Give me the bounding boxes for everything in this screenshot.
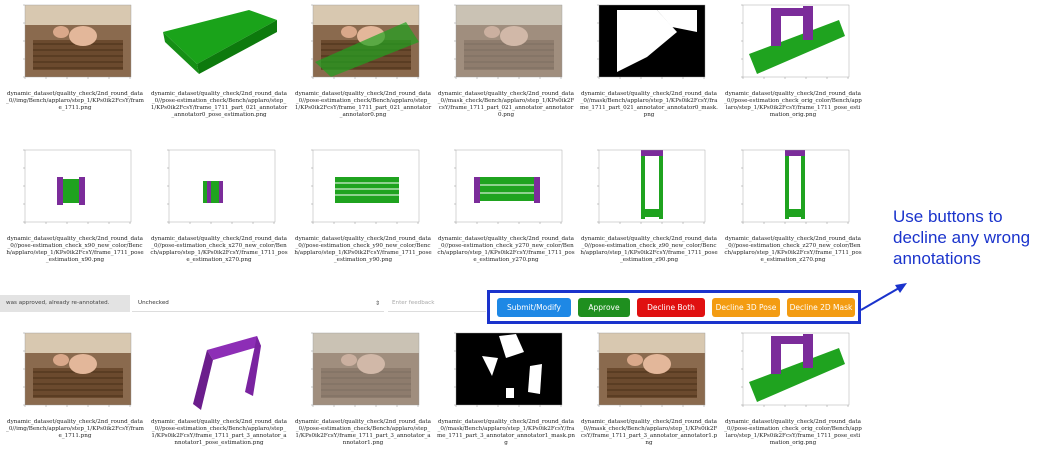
button-group-highlight: Submit/Modify Approve Decline Both Decli… — [487, 290, 861, 324]
image-thumbnail — [301, 2, 425, 88]
image-caption: dynamic_dataset/quality_check/2nd_round_… — [6, 419, 144, 440]
decline-2d-mask-button[interactable]: Decline 2D Mask — [787, 298, 855, 317]
image-caption: dynamic_dataset/quality_check/2nd_round_… — [295, 419, 431, 447]
select-arrow-icon: ⇕ — [374, 300, 380, 307]
image-thumbnail — [444, 2, 568, 88]
image-caption: dynamic_dataset/quality_check/2nd_round_… — [724, 419, 862, 447]
image-card: dynamic_dataset/quality_check/2nd_round_… — [6, 147, 144, 264]
decline-3d-pose-button[interactable]: Decline 3D Pose — [712, 298, 780, 317]
image-thumbnail — [731, 330, 855, 416]
image-thumbnail — [444, 147, 568, 233]
annotation-controls: was approved, already re-annotated. Unch… — [0, 293, 486, 317]
status-select-value: Unchecked — [138, 300, 169, 306]
image-caption: dynamic_dataset/quality_check/2nd_round_… — [6, 236, 144, 264]
image-card: dynamic_dataset/quality_check/2nd_round_… — [580, 147, 718, 264]
image-thumbnail — [444, 330, 568, 416]
image-card: dynamic_dataset/quality_check/2nd_round_… — [150, 330, 288, 447]
image-caption: dynamic_dataset/quality_check/2nd_round_… — [580, 419, 718, 447]
image-thumbnail — [587, 147, 711, 233]
instruction-note: Use buttons to decline any wrong annotat… — [893, 207, 1031, 268]
image-thumbnail — [587, 330, 711, 416]
image-card: dynamic_dataset/quality_check/2nd_round_… — [6, 2, 144, 112]
submit-modify-button[interactable]: Submit/Modify — [497, 298, 571, 317]
image-card: dynamic_dataset/quality_check/2nd_round_… — [6, 330, 144, 440]
image-thumbnail — [301, 147, 425, 233]
image-thumbnail — [13, 147, 137, 233]
image-thumbnail — [157, 330, 281, 416]
image-caption: dynamic_dataset/quality_check/2nd_round_… — [150, 236, 288, 264]
image-caption: dynamic_dataset/quality_check/2nd_round_… — [437, 91, 575, 119]
image-caption: dynamic_dataset/quality_check/2nd_round_… — [437, 419, 576, 447]
image-thumbnail — [13, 2, 137, 88]
image-thumbnail — [157, 2, 281, 88]
image-card: dynamic_dataset/quality_check/2nd_round_… — [294, 330, 432, 447]
image-thumbnail — [13, 330, 137, 416]
image-thumbnail — [731, 147, 855, 233]
image-caption: dynamic_dataset/quality_check/2nd_round_… — [724, 91, 862, 119]
image-card: dynamic_dataset/quality_check/2nd_round_… — [724, 330, 862, 447]
image-thumbnail — [157, 147, 281, 233]
image-caption: dynamic_dataset/quality_check/2nd_round_… — [437, 236, 575, 264]
image-card: dynamic_dataset/quality_check/2nd_round_… — [437, 147, 575, 264]
image-card: dynamic_dataset/quality_check/2nd_round_… — [294, 147, 432, 264]
image-card: dynamic_dataset/quality_check/2nd_round_… — [724, 2, 862, 119]
image-card: dynamic_dataset/quality_check/2nd_round_… — [580, 330, 718, 447]
image-caption: dynamic_dataset/quality_check/2nd_round_… — [580, 236, 718, 264]
image-thumbnail — [587, 2, 711, 88]
feedback-input[interactable]: Enter feedback — [388, 295, 486, 312]
image-caption: dynamic_dataset/quality_check/2nd_round_… — [151, 419, 287, 447]
image-caption: dynamic_dataset/quality_check/2nd_round_… — [294, 236, 432, 264]
pointer-arrow-icon — [860, 283, 907, 311]
image-caption: dynamic_dataset/quality_check/2nd_round_… — [724, 236, 862, 264]
approve-button[interactable]: Approve — [578, 298, 630, 317]
image-card: dynamic_dataset/quality_check/2nd_round_… — [724, 147, 862, 264]
image-caption: dynamic_dataset/quality_check/2nd_round_… — [294, 91, 432, 119]
image-caption: dynamic_dataset/quality_check/2nd_round_… — [6, 91, 144, 112]
image-caption: dynamic_dataset/quality_check/2nd_round_… — [580, 91, 718, 119]
image-card: dynamic_dataset/quality_check/2nd_round_… — [294, 2, 432, 119]
image-card: dynamic_dataset/quality_check/2nd_round_… — [437, 330, 575, 447]
image-card: dynamic_dataset/quality_check/2nd_round_… — [150, 2, 288, 119]
image-card: dynamic_dataset/quality_check/2nd_round_… — [437, 2, 575, 119]
image-card: dynamic_dataset/quality_check/2nd_round_… — [150, 147, 288, 264]
image-card: dynamic_dataset/quality_check/2nd_round_… — [580, 2, 718, 119]
status-text: was approved, already re-annotated. — [0, 295, 130, 312]
image-thumbnail — [731, 2, 855, 88]
image-caption: dynamic_dataset/quality_check/2nd_round_… — [150, 91, 288, 119]
status-select[interactable]: Unchecked ⇕ — [132, 295, 384, 312]
decline-both-button[interactable]: Decline Both — [637, 298, 705, 317]
image-thumbnail — [301, 330, 425, 416]
